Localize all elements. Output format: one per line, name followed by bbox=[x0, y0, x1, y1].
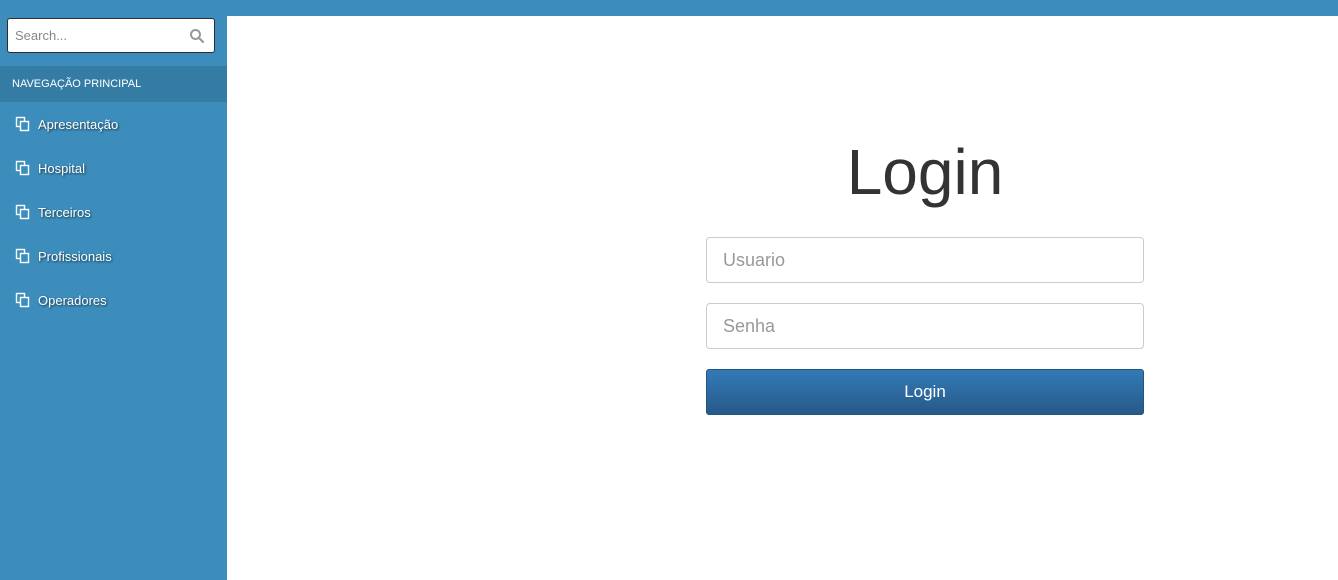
sidebar-item-terceiros[interactable]: Terceiros bbox=[0, 190, 227, 234]
sidebar-menu: Apresentação Hospital Terceiros Profissi… bbox=[0, 102, 227, 322]
sidebar-item-profissionais[interactable]: Profissionais bbox=[0, 234, 227, 278]
sidebar-item-label: Terceiros bbox=[38, 204, 91, 220]
top-navbar bbox=[227, 0, 1338, 16]
search-icon[interactable] bbox=[189, 28, 205, 44]
copy-icon bbox=[15, 292, 31, 308]
login-form: Login Login bbox=[706, 130, 1144, 415]
password-field[interactable] bbox=[706, 303, 1144, 349]
sidebar-item-label: Apresentação bbox=[38, 116, 119, 132]
username-field[interactable] bbox=[706, 237, 1144, 283]
sidebar-item-apresentacao[interactable]: Apresentação bbox=[0, 102, 227, 146]
copy-icon bbox=[15, 116, 31, 132]
sidebar-item-hospital[interactable]: Hospital bbox=[0, 146, 227, 190]
sidebar-item-label: Operadores bbox=[38, 292, 107, 308]
sidebar-item-operadores[interactable]: Operadores bbox=[0, 278, 227, 322]
sidebar-item-label: Hospital bbox=[38, 160, 85, 176]
login-button[interactable]: Login bbox=[706, 369, 1144, 415]
sidebar-search-form bbox=[7, 18, 215, 53]
login-title: Login bbox=[846, 136, 1004, 208]
sidebar: NAVEGAÇÃO PRINCIPAL Apresentação Hospita… bbox=[0, 0, 227, 580]
copy-icon bbox=[15, 248, 31, 264]
sidebar-header: NAVEGAÇÃO PRINCIPAL bbox=[0, 66, 227, 102]
copy-icon bbox=[15, 160, 31, 176]
search-input[interactable] bbox=[8, 19, 178, 52]
sidebar-item-label: Profissionais bbox=[38, 248, 112, 264]
copy-icon bbox=[15, 204, 31, 220]
